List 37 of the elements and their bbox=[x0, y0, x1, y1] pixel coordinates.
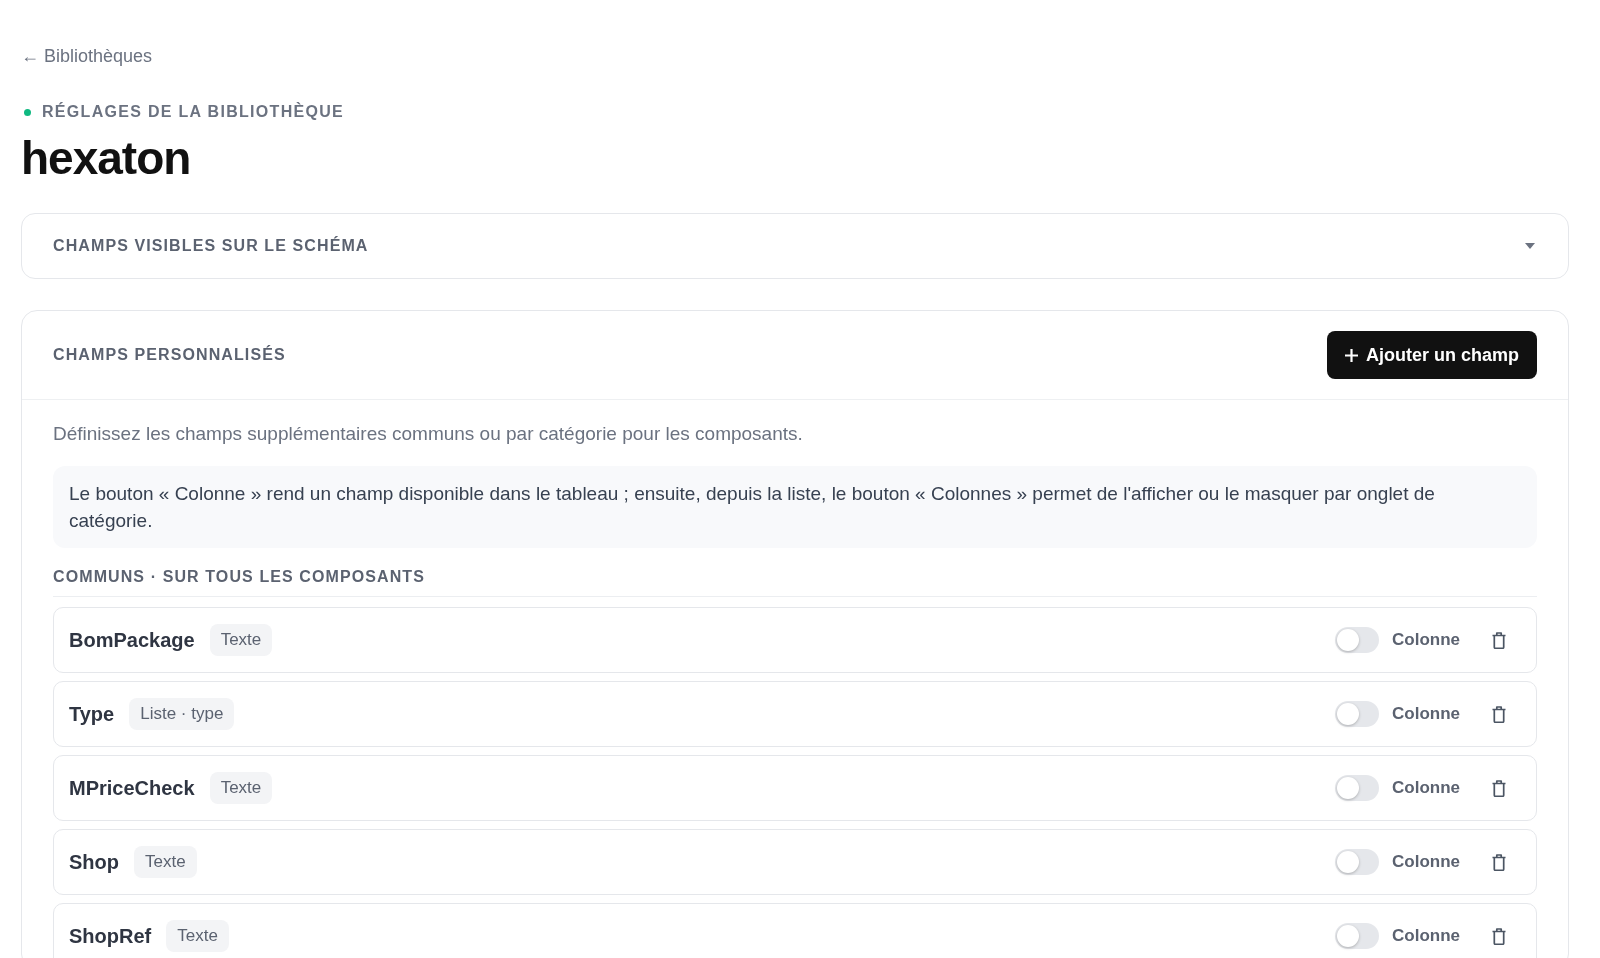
trash-icon[interactable] bbox=[1492, 853, 1506, 871]
type-badge: Texte bbox=[166, 920, 229, 952]
add-field-button[interactable]: Ajouter un champ bbox=[1327, 331, 1537, 379]
type-badge: Liste · type bbox=[129, 698, 235, 730]
toggle-label: Colonne bbox=[1392, 630, 1460, 650]
toggle-switch[interactable] bbox=[1335, 775, 1379, 801]
toggle-switch[interactable] bbox=[1335, 627, 1379, 653]
type-badge: Texte bbox=[209, 624, 273, 656]
plus-icon bbox=[1345, 348, 1358, 362]
page-title: hexaton bbox=[21, 132, 191, 184]
field-name: BomPackage bbox=[69, 630, 195, 650]
trash-icon[interactable] bbox=[1492, 631, 1506, 649]
info-note: Le bouton « Colonne » rend un champ disponible dans le tableau ; ensuite, depuis la liste, le bouton « Colonnes » permet de l'afficher ou le masquer par onglet de catégorie. bbox=[53, 466, 1537, 548]
caret-icon[interactable] bbox=[1525, 243, 1535, 249]
toggle-label: Colonne bbox=[1392, 704, 1460, 724]
collapsible-header[interactable]: CHAMPS VISIBLES SUR LE SCHÉMA bbox=[21, 213, 1569, 279]
toggle-switch[interactable] bbox=[1335, 701, 1379, 727]
toggle-label: Colonne bbox=[1392, 926, 1460, 946]
toggle-label: Colonne bbox=[1392, 852, 1460, 872]
toggle-switch[interactable] bbox=[1335, 849, 1379, 875]
trash-icon[interactable] bbox=[1492, 927, 1506, 945]
field-name: MPriceCheck bbox=[69, 778, 195, 798]
toggle-label: Colonne bbox=[1392, 778, 1460, 798]
field-name: ShopRef bbox=[69, 926, 152, 946]
type-badge: Texte bbox=[134, 846, 197, 878]
toggle-switch[interactable] bbox=[1335, 923, 1379, 949]
trash-icon[interactable] bbox=[1492, 705, 1506, 723]
status-dot-icon bbox=[24, 108, 31, 116]
trash-icon[interactable] bbox=[1492, 779, 1506, 797]
type-badge: Texte bbox=[209, 772, 273, 804]
section-title: CHAMPS PERSONNALISÉS bbox=[53, 345, 286, 365]
section-heading: COMMUNS · SUR TOUS LES COMPOSANTS bbox=[53, 567, 1537, 597]
field-name: Shop bbox=[69, 852, 119, 872]
back-link[interactable]: ← Bibliothèques bbox=[21, 44, 153, 68]
field-name: Type bbox=[69, 704, 115, 724]
description-text: Définissez les champs supplémentaires communs ou par catégorie pour les composants. bbox=[53, 423, 804, 445]
page-eyebrow: RÉGLAGES DE LA BIBLIOTHÈQUE bbox=[42, 102, 345, 122]
